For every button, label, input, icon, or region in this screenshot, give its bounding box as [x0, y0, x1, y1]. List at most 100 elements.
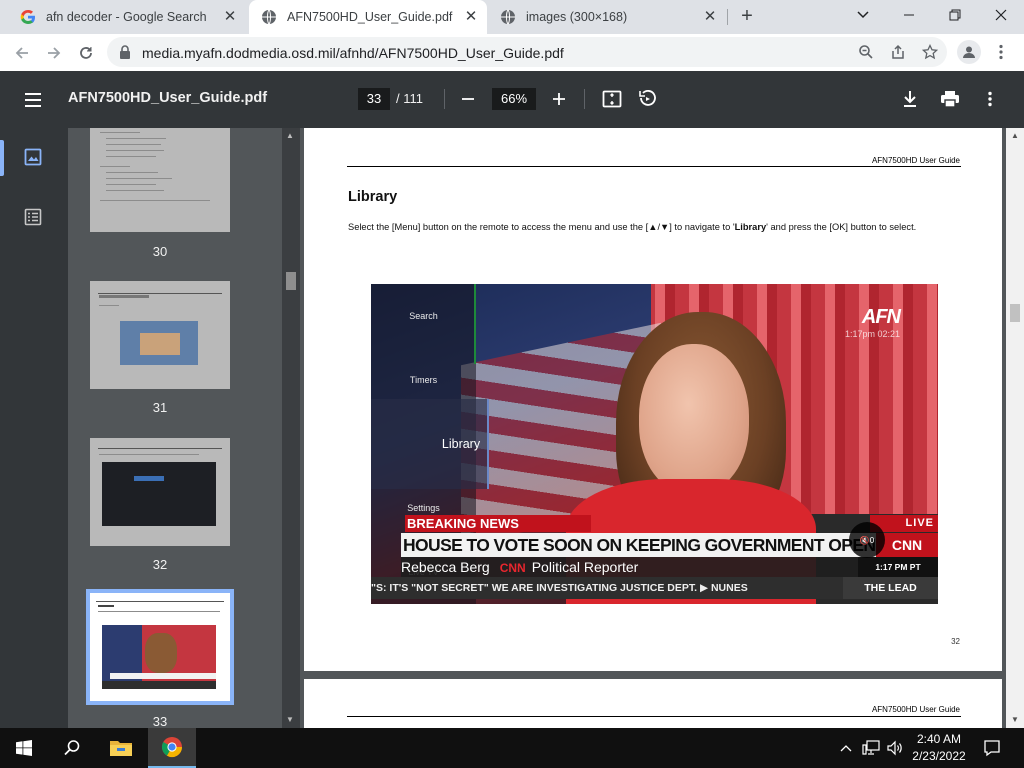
scroll-up-arrow-icon[interactable]: ▲: [286, 131, 294, 140]
pdf-file-name: AFN7500HD_User_Guide.pdf: [68, 90, 268, 106]
thumbnail-view-icon[interactable]: [24, 148, 44, 168]
page-number: 32: [951, 637, 960, 646]
zoom-out-icon[interactable]: [456, 87, 480, 111]
print-icon[interactable]: [938, 87, 962, 111]
divider: [584, 89, 585, 109]
scroll-up-arrow-icon[interactable]: ▲: [1011, 131, 1019, 140]
document-viewport: AFN7500HD User Guide Library Select the …: [300, 128, 1006, 728]
show-hidden-icons-icon[interactable]: [836, 728, 856, 768]
tab-title: AFN7500HD_User_Guide.pdf: [287, 10, 453, 24]
bookmark-star-icon[interactable]: [921, 43, 939, 65]
hamburger-menu-icon[interactable]: [22, 89, 44, 111]
browser-menu-icon[interactable]: [993, 42, 1009, 62]
tv-menu-item: Settings: [407, 503, 440, 513]
restore-button[interactable]: [932, 0, 978, 30]
scrollbar-thumb[interactable]: [1010, 304, 1020, 322]
google-icon: [20, 9, 36, 25]
scroll-down-arrow-icon[interactable]: ▼: [286, 715, 294, 724]
zoom-icon[interactable]: [858, 44, 874, 65]
thumbnail-label: 31: [152, 400, 168, 415]
clock-time: 2:40 AM: [916, 732, 962, 746]
volume-icon[interactable]: [884, 728, 906, 768]
notifications-icon[interactable]: [978, 728, 1006, 768]
zoom-level-input[interactable]: 66%: [492, 88, 536, 110]
thumbnail-page[interactable]: [90, 281, 230, 389]
tv-menu-item: Search: [409, 311, 438, 321]
zoom-in-icon[interactable]: [547, 87, 571, 111]
reload-button[interactable]: [72, 39, 100, 67]
share-icon[interactable]: [890, 44, 906, 65]
close-tab-icon[interactable]: ✕: [702, 9, 718, 25]
thumbnail-label: 30: [152, 244, 168, 259]
page-number-input[interactable]: 33: [358, 88, 390, 110]
tv-menu-item: Timers: [409, 375, 438, 385]
divider: [444, 89, 445, 109]
browser-toolbar: media.myafn.dodmedia.osd.mil/afnhd/AFN75…: [0, 34, 1024, 71]
breaking-news-banner: BREAKING NEWS: [405, 515, 591, 532]
download-icon[interactable]: [898, 87, 922, 111]
instruction-paragraph: Select the [Menu] button on the remote t…: [348, 222, 917, 232]
header-rule: [347, 716, 961, 717]
back-button[interactable]: [8, 39, 36, 67]
running-header: AFN7500HD User Guide: [871, 705, 960, 714]
thumbnail-panel: 30 31 32 33: [68, 128, 282, 728]
thumbnail-page[interactable]: [90, 128, 230, 232]
close-window-button[interactable]: [978, 0, 1024, 30]
chrome-taskbar-icon[interactable]: [148, 728, 196, 768]
header-rule: [347, 166, 961, 167]
tv-menu-item-selected: Library: [441, 437, 481, 451]
scroll-down-arrow-icon[interactable]: ▼: [1011, 715, 1019, 724]
outline-view-icon[interactable]: [24, 208, 44, 228]
clock-date: 2/23/2022: [912, 749, 966, 763]
tab-title: afn decoder - Google Search: [46, 10, 207, 24]
lock-icon[interactable]: [118, 44, 132, 65]
rotate-icon[interactable]: [636, 87, 660, 111]
start-button[interactable]: [0, 728, 48, 768]
thumbnail-page[interactable]: [90, 438, 230, 546]
file-explorer-icon[interactable]: [97, 728, 145, 768]
running-header: AFN7500HD User Guide: [871, 156, 960, 165]
fit-page-icon[interactable]: [600, 87, 624, 111]
name-banner: Rebecca Berg CNN Political Reporter: [401, 557, 861, 577]
globe-icon: [261, 9, 277, 25]
show-name: THE LEAD: [843, 577, 938, 599]
scrollbar-thumb[interactable]: [286, 272, 296, 290]
pdf-sidebar: [0, 128, 68, 728]
page-total: / 111: [396, 91, 423, 106]
screen: afn decoder - Google Search ✕ AFN7500HD_…: [0, 0, 1024, 768]
tab-title: images (300×168): [526, 10, 628, 24]
network-icon[interactable]: [860, 728, 882, 768]
search-icon[interactable]: [48, 728, 96, 768]
system-clock[interactable]: 2:40 AM 2/23/2022: [912, 731, 966, 765]
tab-separator: [727, 9, 728, 25]
afn-clock: 1:17pm 02:21: [844, 329, 900, 339]
new-tab-button[interactable]: +: [735, 6, 759, 28]
address-bar[interactable]: media.myafn.dodmedia.osd.mil/afnhd/AFN75…: [107, 37, 947, 67]
minimize-button[interactable]: [886, 0, 932, 30]
tab-images[interactable]: images (300×168) ✕: [488, 0, 726, 34]
tv-screenshot: Search Timers Library Settings Live TV A…: [371, 284, 938, 604]
document-scrollbar[interactable]: ▲ ▼: [1006, 128, 1024, 728]
pdf-page-next: AFN7500HD User Guide: [304, 679, 1002, 728]
pdf-page: AFN7500HD User Guide Library Select the …: [304, 128, 1002, 671]
tab-pdf[interactable]: AFN7500HD_User_Guide.pdf ✕: [249, 0, 487, 34]
url-text: media.myafn.dodmedia.osd.mil/afnhd/AFN75…: [142, 45, 564, 61]
tab-search-icon[interactable]: [840, 0, 886, 30]
close-tab-icon[interactable]: ✕: [463, 9, 479, 25]
tv-clock: 1:17 PM PT: [858, 557, 938, 577]
tab-google-search[interactable]: afn decoder - Google Search ✕: [8, 0, 246, 34]
thumbnail-page-selected[interactable]: [86, 589, 234, 705]
afn-logo: AFN: [861, 306, 901, 328]
globe-icon: [500, 9, 516, 25]
forward-button[interactable]: [40, 39, 68, 67]
cnn-logo: CNN: [876, 533, 938, 557]
pdf-toolbar: AFN7500HD_User_Guide.pdf 33 / 111 66%: [0, 71, 1024, 128]
thumbnail-scrollbar[interactable]: ▲ ▼: [282, 128, 300, 728]
tab-strip: afn decoder - Google Search ✕ AFN7500HD_…: [0, 0, 1024, 34]
page-title: Library: [348, 189, 398, 205]
more-options-icon[interactable]: [978, 87, 1002, 111]
close-tab-icon[interactable]: ✕: [222, 9, 238, 25]
profile-avatar-icon[interactable]: [957, 40, 981, 64]
mute-icon: 🔇 0: [849, 522, 885, 558]
windows-taskbar: 2:40 AM 2/23/2022: [0, 728, 1024, 768]
